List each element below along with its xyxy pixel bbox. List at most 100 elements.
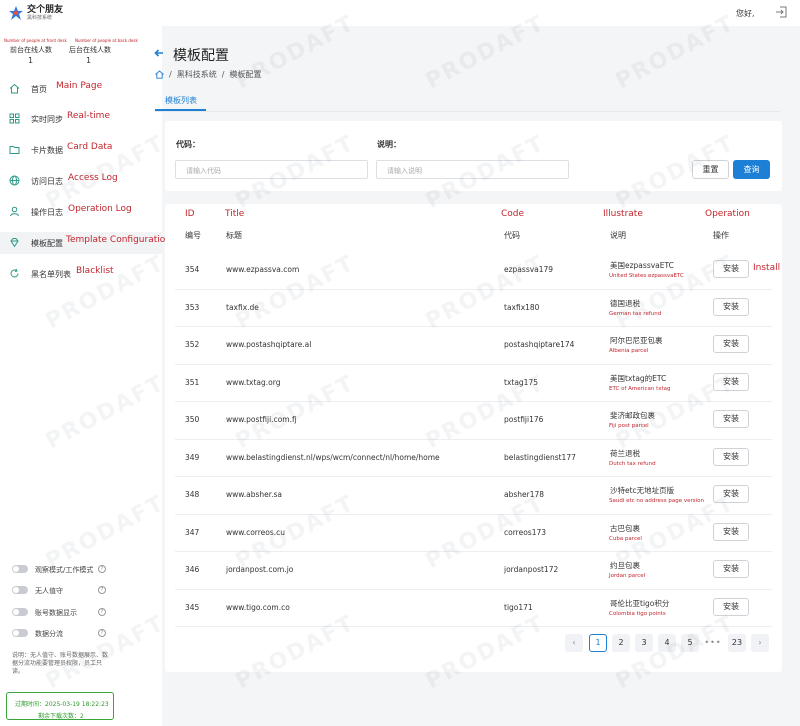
install-button[interactable]: 安装 (713, 297, 749, 316)
tab-divider (155, 111, 780, 112)
cell-desc-translation: Albenia parcel (609, 348, 649, 354)
back-arrow-icon[interactable] (154, 48, 164, 58)
sidebar-item-translation: Blacklist (76, 266, 114, 276)
install-button[interactable]: 安装 (713, 560, 749, 578)
header-translation: Code (501, 209, 525, 219)
page-button[interactable]: 3 (635, 634, 653, 652)
column-header-id: 编号 (185, 231, 201, 240)
sidebar-item-label: 实时同步 (31, 115, 63, 124)
install-button[interactable]: 安装 (713, 410, 749, 428)
expire-box: 过期时间：2025-03-19 18:22:23 剩余下载次数：2 (6, 692, 114, 720)
help-icon[interactable]: ? (98, 608, 106, 616)
sidebar-item-translation: Main Page (56, 81, 103, 91)
front-desk-note: Number of people at front desk (4, 38, 67, 43)
cell-desc-translation: United States ezpassvaETC (609, 273, 684, 279)
logo-icon (9, 6, 23, 20)
home-icon[interactable] (155, 70, 164, 79)
cell-desc: 沙特etc无地址页版 (610, 486, 675, 495)
cell-desc-translation: Colombia tigo points (609, 610, 666, 617)
sidebar-item-translation: Template Configuration (66, 235, 171, 245)
install-button[interactable]: 安装 (713, 335, 749, 353)
install-button[interactable]: 安装 (713, 522, 749, 541)
logout-icon[interactable] (775, 5, 789, 19)
sidebar-item-home[interactable]: 首页 Main Page (0, 78, 162, 100)
cell-desc: 阿尔巴尼亚包裹 (610, 336, 663, 345)
breadcrumb-item[interactable]: 黑科技系统 (177, 69, 217, 80)
toggle-label: 账号数据显示 (35, 609, 77, 617)
sidebar-item-label: 黑名单列表 (31, 270, 71, 279)
switch[interactable] (12, 608, 28, 616)
header-translation: ID (185, 209, 195, 219)
table-row: 345 www.tigo.com.co tigo171 哥伦比亚tigo积分 Colom… (175, 590, 772, 627)
prev-page-button[interactable]: ‹ (565, 634, 583, 652)
cell-id: 349 (185, 452, 200, 462)
table-row: 352 www.postashqiptare.al postashqiptare17… (175, 327, 772, 365)
cell-title: www.absher.sa (226, 490, 283, 499)
sidebar-item-translation: Card Data (67, 142, 113, 152)
page-button[interactable]: 2 (612, 634, 630, 652)
sidebar-item-realtime[interactable]: 实时同步 Real-time (0, 108, 162, 130)
brand-title: 交个朋友 (27, 5, 64, 15)
home-icon (9, 83, 20, 94)
back-desk-note: Number of people at back desk (75, 38, 138, 43)
help-icon[interactable]: ? (98, 565, 106, 573)
cell-code: postashqiptare174 (504, 340, 575, 349)
cell-code: jordanpost172 (504, 565, 559, 574)
cell-title: www.ezpassva.com (226, 265, 300, 274)
query-button[interactable]: 查询 (733, 160, 770, 179)
install-button[interactable]: 安装 (713, 597, 749, 616)
cell-id: 348 (185, 490, 200, 499)
user-icon (10, 206, 19, 217)
cell-desc: 美国txtag的ETC (610, 373, 667, 383)
brand: 交个朋友 黑科技系统 (27, 5, 63, 21)
next-page-button[interactable]: › (751, 634, 769, 652)
expire-time: 过期时间：2025-03-19 18:22:23 (15, 701, 109, 708)
cell-id: 354 (185, 265, 200, 274)
page-title: 模板配置 (173, 48, 229, 64)
cell-desc-translation: Dutch tax refund (609, 460, 656, 467)
desc-label: 说明： (377, 140, 401, 149)
switch[interactable] (12, 565, 28, 573)
cell-code: postfiji176 (504, 415, 544, 424)
toggle-label: 无人值守 (35, 587, 63, 595)
top-bar: 交个朋友 黑科技系统 您好, (0, 0, 800, 26)
sidebar-item-label: 模板配置 (31, 239, 63, 248)
cell-desc: 哥伦比亚tigo积分 (610, 598, 670, 608)
cell-id: 350 (185, 415, 200, 424)
cell-id: 347 (185, 527, 200, 537)
cell-id: 351 (185, 377, 200, 387)
back-online-label: 后台在线人数 (69, 46, 111, 54)
remaining-downloads: 剩余下载次数：2 (38, 713, 84, 720)
column-header-title: 标题 (226, 231, 242, 240)
install-translation: Install (753, 263, 781, 273)
cell-id: 345 (185, 602, 200, 612)
grid-icon (9, 113, 20, 124)
page-button[interactable]: 1 (589, 634, 607, 652)
sidebar-item-translation: Real-time (67, 111, 110, 121)
column-header-desc: 说明 (610, 231, 626, 240)
header-translation: Operation (705, 209, 750, 219)
sidebar-item-operation-log[interactable]: 操作日志 Operation Log (0, 201, 162, 223)
cell-title: www.belastingdienst.nl/wps/wcm/connect/n… (226, 452, 440, 462)
column-header-code: 代码 (504, 231, 520, 240)
switch[interactable] (12, 586, 28, 594)
cell-title: jordanpost.com.jo (226, 565, 294, 574)
install-button[interactable]: 安装 (713, 447, 749, 466)
cell-desc: 古巴包裹 (610, 523, 640, 533)
breadcrumb-separator: / (221, 70, 225, 79)
cell-code: belastingdienst177 (504, 452, 576, 462)
cell-desc-translation: Saudi etc no address page version (609, 498, 705, 504)
cell-code: tigo171 (504, 602, 533, 612)
help-icon[interactable]: ? (98, 586, 106, 594)
sidebar-item-template-config[interactable]: 模板配置 Template Configuration (0, 232, 171, 254)
tab-template-list[interactable]: 模板列表 (165, 95, 197, 106)
cell-desc-translation: Jordan parcel (609, 573, 646, 579)
front-online-label: 前台在线人数 (10, 46, 52, 54)
back-online-count: 1 (86, 56, 92, 65)
cell-title: www.tigo.com.co (226, 602, 290, 612)
cell-code: taxfix180 (504, 302, 540, 312)
column-header-operation: 操作 (713, 231, 729, 240)
code-label: 代码： (176, 140, 200, 149)
folder-icon (9, 146, 20, 154)
front-online-count: 1 (28, 56, 34, 65)
